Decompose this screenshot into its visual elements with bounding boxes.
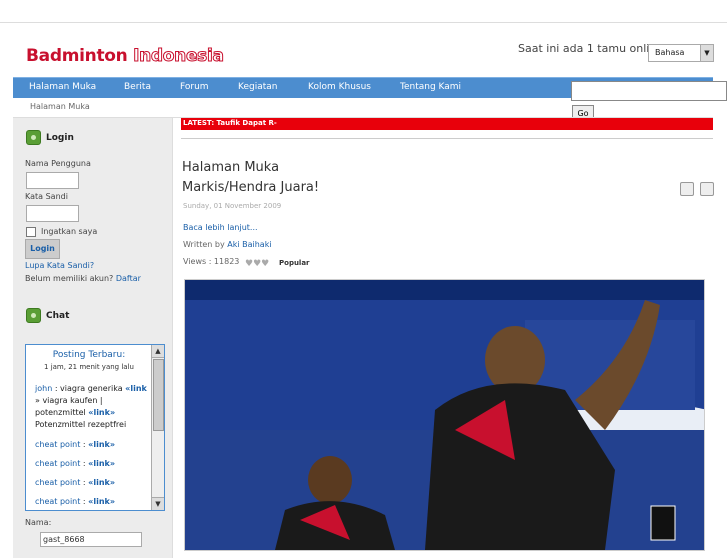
section-title: Halaman Muka — [182, 160, 280, 175]
popular-badge: Popular — [279, 259, 310, 267]
chat-link[interactable]: «link — [125, 384, 147, 393]
no-account-label: Belum memiliki akun? — [25, 274, 114, 283]
chat-message: cheat point : «link» — [35, 440, 115, 449]
top-bar — [0, 0, 727, 23]
chat-text: : — [82, 459, 86, 468]
remember-label: Ingatkan saya — [41, 227, 98, 236]
latest-news-bar[interactable]: LATEST: Taufik Dapat R- — [181, 118, 713, 130]
email-icon[interactable] — [700, 182, 714, 196]
chat-link[interactable]: «link» — [88, 478, 115, 487]
login-button[interactable]: Login — [25, 239, 60, 259]
language-select[interactable]: Bahasa ▼ — [648, 44, 714, 62]
chat-message: cheat point : «link» — [35, 459, 115, 468]
divider — [181, 138, 713, 139]
badminton-player-photo — [185, 280, 704, 550]
site-logo[interactable]: Badminton Indonesia — [26, 46, 225, 67]
chat-message: cheat point : «link» — [35, 478, 115, 487]
chat-user[interactable]: john — [35, 384, 52, 393]
forgot-password-link[interactable]: Lupa Kata Sandi? — [25, 261, 94, 270]
nav-item-kolom-khusus[interactable]: Kolom Khusus — [308, 82, 371, 92]
no-account-text: Belum memiliki akun? Daftar — [25, 274, 141, 283]
chat-messages[interactable]: Posting Terbaru: 1 jam, 21 menit yang la… — [25, 344, 165, 511]
rating-hearts-icon: ♥♥♥ — [245, 259, 270, 269]
written-by-label: Written by — [183, 240, 225, 249]
login-module-icon — [26, 130, 41, 145]
chat-user[interactable]: cheat point — [35, 497, 80, 506]
logo-word-indonesia: Indonesia — [133, 46, 225, 67]
article-date: Sunday, 01 November 2009 — [183, 202, 282, 210]
author-link[interactable]: Aki Baihaki — [227, 240, 271, 249]
chat-latest-header: Posting Terbaru: — [52, 350, 126, 360]
chat-user[interactable]: cheat point — [35, 440, 80, 449]
scroll-down-icon[interactable]: ▼ — [152, 497, 164, 510]
chat-title: Chat — [46, 311, 70, 321]
username-field[interactable] — [26, 172, 79, 189]
chat-text: : — [82, 478, 86, 487]
chat-user[interactable]: cheat point — [35, 459, 80, 468]
chat-message: john : viagra generika «link » viagra ka… — [35, 383, 152, 431]
language-value: Bahasa — [655, 48, 685, 57]
nav-item-berita[interactable]: Berita — [124, 82, 151, 92]
breadcrumb[interactable]: Halaman Muka — [30, 102, 90, 111]
chat-text-extra: Potenzmittel rezeptfrei — [35, 420, 127, 429]
view-count: Views : 11823 — [183, 257, 240, 266]
chat-link[interactable]: «link» — [88, 459, 115, 468]
chat-text: : viagra generika — [54, 384, 123, 393]
chat-text: : — [82, 497, 86, 506]
latest-news-text: LATEST: Taufik Dapat R- — [183, 119, 277, 127]
scroll-thumb[interactable] — [153, 359, 164, 431]
chat-latest-time: 1 jam, 21 menit yang lalu — [44, 363, 134, 371]
remember-checkbox[interactable] — [26, 227, 36, 237]
nav-item-tentang-kami[interactable]: Tentang Kami — [400, 82, 461, 92]
chat-user[interactable]: cheat point — [35, 478, 80, 487]
article-title[interactable]: Markis/Hendra Juara! — [182, 180, 319, 195]
nav-item-forum[interactable]: Forum — [180, 82, 209, 92]
chat-message: cheat point : «link» — [35, 497, 115, 506]
article-photo[interactable] — [184, 279, 705, 551]
chat-module-icon — [26, 308, 41, 323]
nav-item-halaman-muka[interactable]: Halaman Muka — [29, 82, 96, 92]
chat-link[interactable]: «link» — [88, 440, 115, 449]
register-link[interactable]: Daftar — [116, 274, 141, 283]
chat-link[interactable]: «link» — [88, 497, 115, 506]
nav-item-kegiatan[interactable]: Kegiatan — [238, 82, 277, 92]
chat-name-label: Nama: — [25, 518, 52, 527]
pdf-icon[interactable] — [680, 182, 694, 196]
chat-link[interactable]: «link» — [88, 408, 115, 417]
chat-scrollbar[interactable]: ▲ ▼ — [151, 345, 164, 510]
article-author: Written by Aki Baihaki — [183, 240, 272, 249]
chat-text: : — [82, 440, 86, 449]
online-count: Saat ini ada 1 tamu online — [518, 42, 664, 55]
scroll-up-icon[interactable]: ▲ — [152, 345, 164, 358]
logo-word-badminton: Badminton — [26, 46, 128, 66]
breadcrumb-bar — [13, 97, 713, 118]
password-field[interactable] — [26, 205, 79, 222]
password-label: Kata Sandi — [25, 192, 68, 201]
read-more-link[interactable]: Baca lebih lanjut... — [183, 223, 258, 232]
username-label: Nama Pengguna — [25, 159, 91, 168]
chevron-down-icon[interactable]: ▼ — [700, 45, 713, 61]
login-title: Login — [46, 133, 74, 143]
